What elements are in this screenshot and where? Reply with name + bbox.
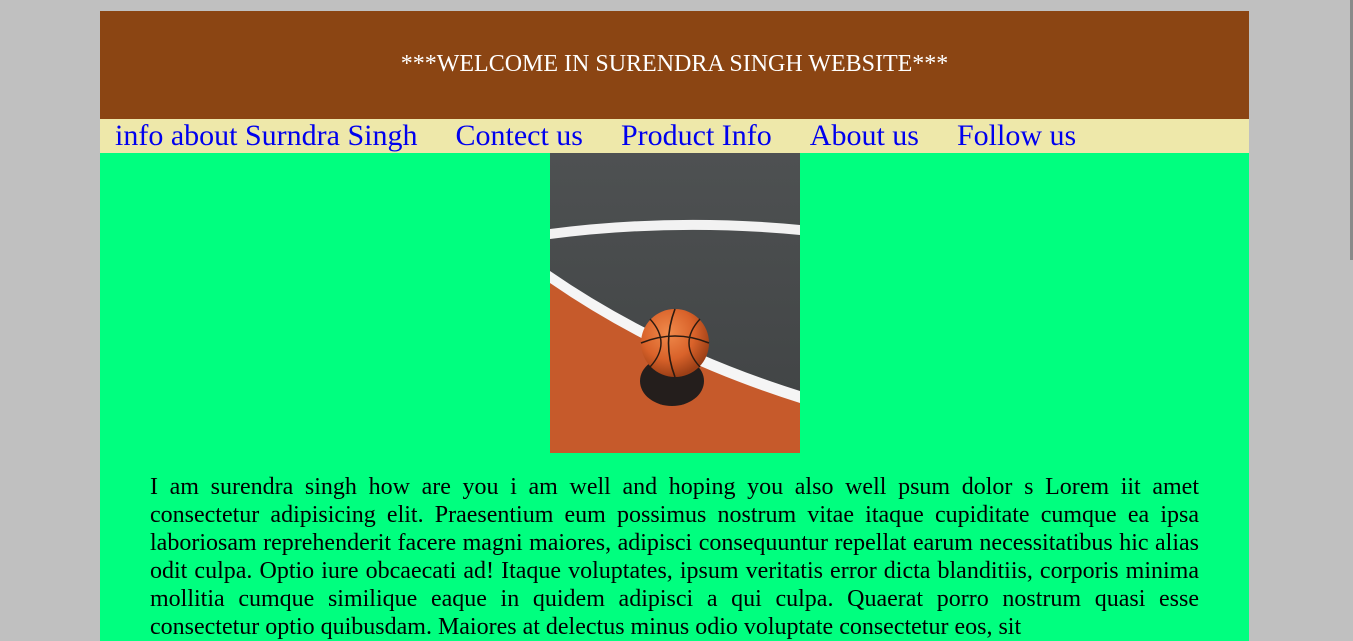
main-content: I am surendra singh how are you i am wel…: [100, 153, 1249, 641]
nav-link-contact[interactable]: Contect us: [455, 119, 583, 153]
page-container: ***WELCOME IN SURENDRA SINGH WEBSITE*** …: [100, 11, 1249, 641]
intro-paragraph: I am surendra singh how are you i am wel…: [150, 474, 1199, 640]
nav-link-product-info[interactable]: Product Info: [621, 119, 772, 153]
site-title: ***WELCOME IN SURENDRA SINGH WEBSITE***: [400, 50, 949, 77]
site-header: ***WELCOME IN SURENDRA SINGH WEBSITE***: [100, 11, 1249, 119]
basketball-court-photo: [550, 153, 800, 453]
nav-link-info[interactable]: info about Surndra Singh: [115, 119, 417, 153]
nav-link-about[interactable]: About us: [810, 119, 919, 153]
nav-link-follow[interactable]: Follow us: [957, 119, 1076, 153]
nav-bar: info about Surndra Singh Contect us Prod…: [100, 119, 1249, 153]
